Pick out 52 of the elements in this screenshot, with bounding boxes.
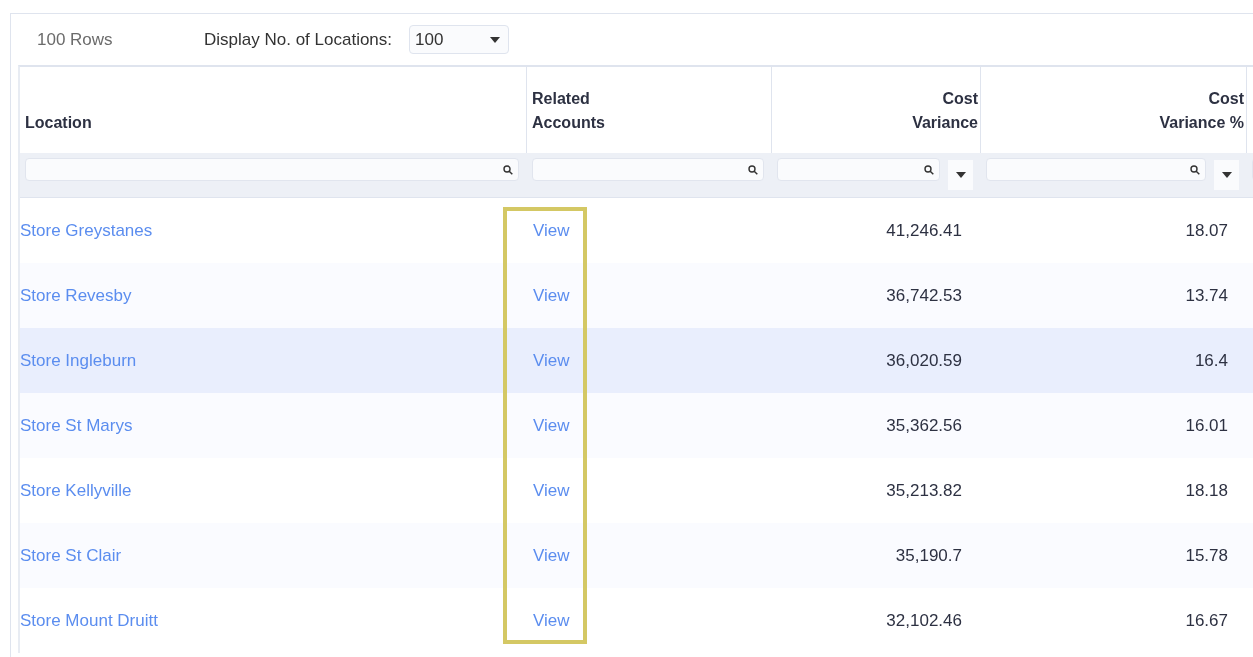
location-link[interactable]: Store St Clair — [20, 545, 122, 565]
row-count: 100 Rows — [37, 29, 114, 50]
location-link[interactable]: Store Ingleburn — [20, 350, 137, 370]
column-header-label: Location — [25, 113, 92, 133]
table-cell: 32,102.46 — [886, 610, 962, 630]
location-link[interactable]: Store Greystanes — [20, 220, 153, 240]
filter-field[interactable] — [777, 158, 940, 181]
table-cell: 16.67 — [1185, 610, 1228, 630]
table-cell: 16.4 — [1194, 350, 1228, 370]
filter-field[interactable] — [986, 158, 1206, 181]
filter-field[interactable] — [532, 158, 764, 181]
table-row[interactable]: Store St Clair View 35,190.7 15.78 — [20, 523, 1253, 588]
table-cell: 36,020.59 — [886, 350, 962, 370]
column-header-label: Related Accounts — [532, 89, 606, 133]
column-header-label: Cost Variance % — [1158, 89, 1244, 133]
table-cell: 41,246.41 — [886, 220, 962, 240]
location-link[interactable]: Store Revesby — [20, 285, 132, 305]
table-row[interactable]: Store Revesby View 36,742.53 13.74 — [20, 263, 1253, 328]
display-count-select[interactable]: 100 — [409, 25, 510, 54]
search-icon — [748, 164, 758, 175]
table-cell: 15.78 — [1185, 545, 1228, 565]
view-link[interactable]: View — [533, 545, 570, 565]
table-cell: 36,742.53 — [886, 285, 962, 305]
location-link[interactable]: Store Mount Druitt — [20, 610, 158, 630]
filter-dropdown-button[interactable] — [948, 160, 973, 190]
table-cell: 35,362.56 — [886, 415, 962, 435]
search-icon — [1190, 164, 1200, 175]
view-link[interactable]: View — [533, 220, 570, 240]
location-link[interactable]: Store Kellyville — [20, 480, 132, 500]
table-cell: 18.07 — [1185, 220, 1228, 240]
table-cell: 13.74 — [1185, 285, 1228, 305]
view-link[interactable]: View — [533, 285, 570, 305]
caret-icon — [955, 172, 966, 178]
search-icon — [503, 164, 513, 175]
table-cell: 35,190.7 — [895, 545, 962, 565]
table-row[interactable]: Store St Marys View 35,362.56 16.01 — [20, 393, 1253, 458]
view-link[interactable]: View — [533, 415, 570, 435]
display-count-label: Display No. of Locations: — [204, 29, 393, 50]
column-header-label: Cost Variance — [911, 89, 978, 133]
view-link[interactable]: View — [533, 480, 570, 500]
table-cell: 16.01 — [1185, 415, 1228, 435]
location-link[interactable]: Store St Marys — [20, 415, 133, 435]
filter-field[interactable] — [25, 158, 519, 181]
table-row[interactable]: Store Ingleburn View 36,020.59 16.4 — [20, 328, 1253, 393]
table-cell: 18.18 — [1185, 480, 1228, 500]
view-link[interactable]: View — [533, 350, 570, 370]
search-icon — [924, 164, 934, 175]
table-cell: 35,213.82 — [886, 480, 962, 500]
filter-dropdown-button[interactable] — [1214, 160, 1239, 190]
caret-icon — [490, 36, 501, 43]
view-link[interactable]: View — [533, 610, 570, 630]
caret-icon — [1221, 172, 1232, 178]
